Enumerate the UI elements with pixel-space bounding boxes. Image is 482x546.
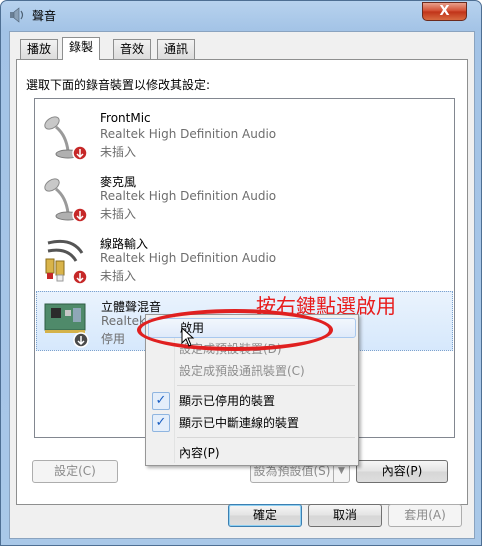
device-status: 未插入 bbox=[100, 269, 137, 283]
device-status: 未插入 bbox=[100, 207, 137, 221]
menu-item-properties[interactable]: 內容(P) bbox=[148, 443, 356, 463]
set-default-label: 設為預設值(S) bbox=[253, 464, 331, 478]
speaker-icon bbox=[10, 7, 24, 23]
check-icon: ✓ bbox=[152, 392, 170, 410]
tab-sounds[interactable]: 音效 bbox=[113, 39, 152, 59]
rca-cable-icon bbox=[45, 239, 88, 285]
menu-item-show-disabled[interactable]: ✓ 顯示已停用的裝置 bbox=[148, 391, 356, 411]
device-item-frontmic[interactable]: FrontMic Realtek High Definition Audio 未… bbox=[36, 105, 453, 165]
check-icon: ✓ bbox=[152, 414, 170, 432]
menu-item-show-disconnected[interactable]: ✓ 顯示已中斷連線的裝置 bbox=[148, 413, 356, 433]
annotation-ellipse bbox=[137, 309, 333, 351]
title-bar[interactable]: 聲音 X bbox=[1, 1, 481, 29]
tab-communications[interactable]: 通訊 bbox=[157, 39, 196, 59]
device-driver: Realtek High Definition Audio bbox=[100, 127, 277, 141]
menu-item-label: 顯示已停用的裝置 bbox=[179, 394, 276, 408]
microphone-icon bbox=[44, 178, 88, 223]
sound-dialog-window: 聲音 X 播放 錄製 音效 通訊 選取下面的錄音裝置以修改其設定: FrontM… bbox=[0, 0, 482, 546]
tab-recording[interactable]: 錄製 bbox=[62, 37, 101, 60]
window-title: 聲音 bbox=[32, 9, 57, 23]
menu-separator bbox=[177, 437, 355, 438]
device-name: 麥克風 bbox=[100, 175, 137, 189]
tab-playback[interactable]: 播放 bbox=[20, 39, 59, 59]
device-item-microphone[interactable]: 麥克風 Realtek High Definition Audio 未插入 bbox=[36, 167, 453, 227]
close-button[interactable]: X bbox=[422, 2, 467, 21]
ok-button[interactable]: 確定 bbox=[228, 504, 302, 527]
device-name: FrontMic bbox=[100, 111, 151, 125]
menu-item-label: 顯示已中斷連線的裝置 bbox=[179, 416, 300, 430]
device-status: 未插入 bbox=[100, 145, 137, 159]
instruction-text: 選取下面的錄音裝置以修改其設定: bbox=[26, 78, 211, 92]
device-name: 線路輸入 bbox=[100, 237, 149, 251]
cancel-button[interactable]: 取消 bbox=[308, 504, 382, 527]
configure-button[interactable]: 設定(C) bbox=[32, 460, 118, 483]
device-name: 立體聲混音 bbox=[101, 300, 162, 314]
sound-card-icon bbox=[44, 303, 89, 348]
menu-item-set-default-comm[interactable]: 設定成預設通訊裝置(C) bbox=[148, 361, 356, 381]
device-status: 停用 bbox=[101, 332, 126, 346]
device-item-line-in[interactable]: 線路輸入 Realtek High Definition Audio 未插入 bbox=[36, 229, 453, 289]
mouse-pointer-icon bbox=[181, 327, 195, 347]
properties-button[interactable]: 內容(P) bbox=[356, 460, 448, 483]
device-driver: Realtek High Definition Audio bbox=[100, 251, 277, 265]
apply-button[interactable]: 套用(A) bbox=[388, 504, 462, 527]
menu-separator bbox=[177, 385, 355, 386]
microphone-icon bbox=[44, 116, 88, 161]
device-driver: Realtek High Definition Audio bbox=[100, 189, 277, 203]
